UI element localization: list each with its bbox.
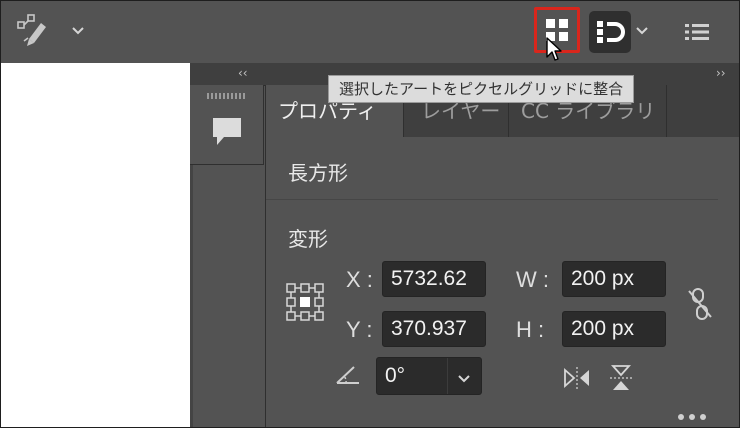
panel-dock	[190, 85, 264, 165]
dock-grip-handle[interactable]	[207, 93, 245, 99]
constrain-proportions-icon[interactable]	[686, 287, 714, 321]
transform-section-title: 変形	[288, 227, 328, 251]
comment-icon[interactable]	[208, 113, 246, 149]
snap-to-pixel-button[interactable]	[589, 11, 631, 53]
h-label: H :	[516, 317, 545, 342]
more-options-icon[interactable]	[676, 407, 708, 420]
artboard-canvas[interactable]	[1, 63, 190, 427]
align-pixel-grid-tooltip: 選択したアートをピクセルグリッドに整合	[328, 75, 635, 103]
reference-point-icon[interactable]	[286, 283, 324, 321]
y-label: Y :	[346, 317, 373, 342]
select-divider	[447, 358, 448, 394]
section-divider	[266, 199, 718, 200]
control-toolbar	[1, 1, 739, 61]
chevron-down-icon[interactable]	[457, 370, 471, 383]
snap-icon	[597, 21, 625, 43]
collapse-right-icon[interactable]: ››	[716, 65, 726, 81]
y-input[interactable]: 370.937	[382, 311, 486, 347]
width-input[interactable]: 200 px	[562, 261, 666, 297]
mouse-cursor-icon	[546, 37, 562, 61]
chevron-down-icon[interactable]	[635, 23, 649, 37]
flip-vertical-icon[interactable]	[608, 363, 634, 393]
list-icon[interactable]	[683, 19, 711, 45]
rotate-angle-icon	[334, 361, 362, 387]
object-type-label: 長方形	[288, 161, 348, 185]
w-label: W :	[516, 267, 549, 292]
app-window: ‹‹ ›› プロパティ レイヤー CC ライブラリ 長方形 変形 X: 573…	[0, 0, 740, 428]
pen-tool-icon[interactable]	[15, 13, 51, 49]
rotation-angle-value: 0°	[385, 364, 406, 387]
rotation-angle-select[interactable]: 0°	[376, 357, 482, 395]
tab-separator	[666, 85, 667, 137]
properties-panel: プロパティ レイヤー CC ライブラリ 長方形 変形 X: 5732.62 Y…	[265, 85, 739, 427]
height-input[interactable]: 200 px	[562, 311, 666, 347]
x-input[interactable]: 5732.62	[382, 261, 486, 297]
collapse-left-icon[interactable]: ‹‹	[238, 65, 248, 81]
x-label: X :	[346, 267, 373, 292]
flip-horizontal-icon[interactable]	[562, 365, 592, 391]
chevron-down-icon[interactable]	[71, 23, 85, 37]
